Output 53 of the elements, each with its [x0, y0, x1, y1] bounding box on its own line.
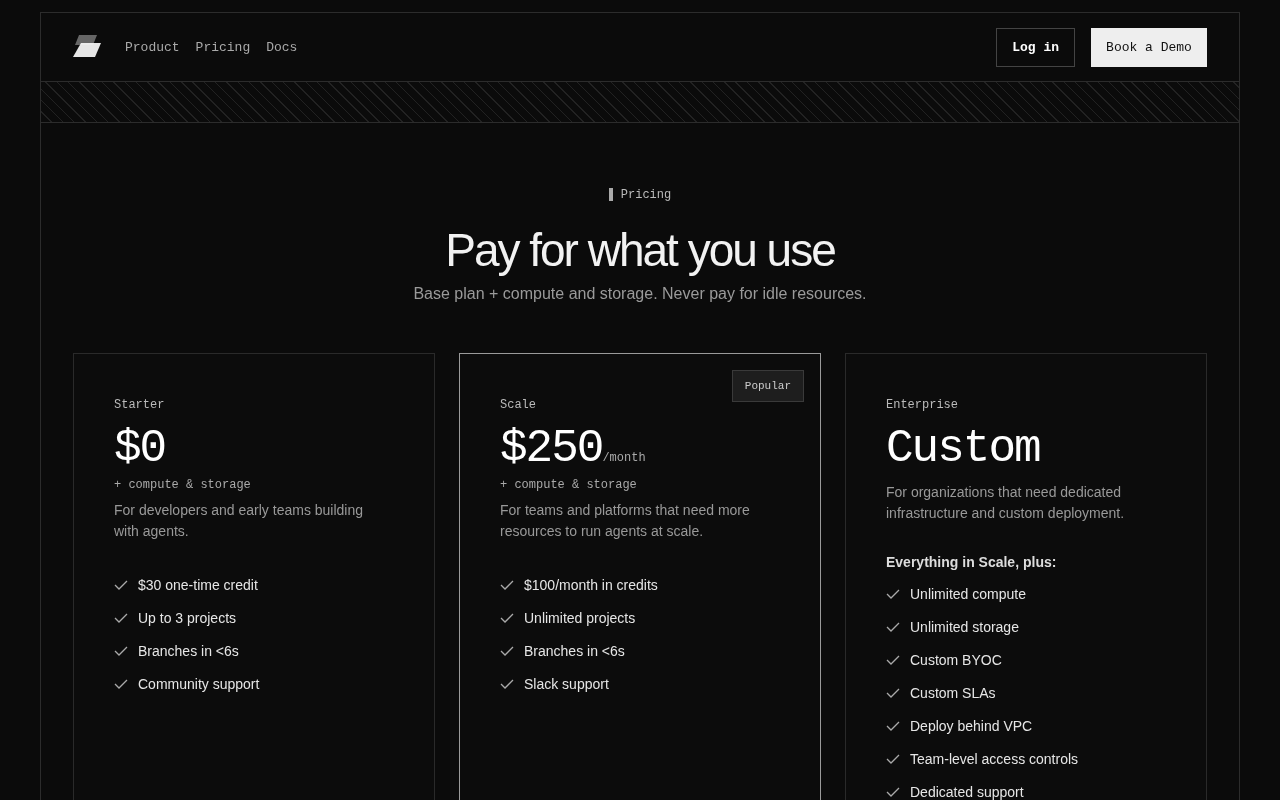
- plan-name: Enterprise: [886, 398, 958, 412]
- nav-link[interactable]: Docs: [266, 39, 298, 55]
- section-eyebrow: Pricing: [608, 187, 672, 202]
- feature-text: $30 one-time credit: [138, 576, 258, 593]
- price-note: + compute & storage: [114, 478, 251, 492]
- check-icon: [114, 579, 128, 590]
- logo-icon: [73, 35, 101, 59]
- feature-text: Dedicated support: [910, 783, 1024, 800]
- check-icon: [114, 678, 128, 689]
- page-title: Pay for what you use: [444, 223, 836, 277]
- check-icon: [886, 687, 900, 698]
- page-subtitle: Base plan + compute and storage. Never pay for idle resources.: [413, 285, 867, 302]
- feature-text: Unlimited projects: [524, 609, 636, 626]
- feature-text: Community support: [138, 675, 260, 692]
- book-demo-button[interactable]: Book a Demo: [1091, 27, 1207, 67]
- feature-text: Unlimited compute: [910, 585, 1026, 602]
- check-icon: [886, 720, 900, 731]
- check-icon: [500, 645, 514, 656]
- check-icon: [500, 612, 514, 623]
- feature-text: Slack support: [524, 675, 609, 692]
- price-note: + compute & storage: [500, 478, 637, 492]
- feature-text: Team-level access controls: [910, 750, 1079, 767]
- plan-price: $0: [114, 424, 166, 474]
- plan-description: For teams and platforms that need more resources to run agents at scale.: [500, 501, 751, 541]
- check-icon: [886, 621, 900, 632]
- check-icon: [500, 678, 514, 689]
- feature-text: Branches in <6s: [138, 642, 239, 659]
- check-icon: [886, 753, 900, 764]
- feature-text: Custom SLAs: [910, 684, 996, 701]
- feature-text: Deploy behind VPC: [910, 717, 1033, 734]
- plan-description: For organizations that need dedicated infrastructure and custom deployment.: [886, 483, 1126, 523]
- check-icon: [500, 579, 514, 590]
- nav-link[interactable]: Pricing: [195, 39, 251, 55]
- plan-price: Custom: [886, 424, 1040, 474]
- check-icon: [886, 588, 900, 599]
- plan-name: Scale: [500, 398, 536, 412]
- feature-text: Up to 3 projects: [138, 609, 237, 626]
- features-heading: Everything in Scale, plus:: [886, 554, 1057, 570]
- feature-text: Unlimited storage: [910, 618, 1019, 635]
- plan-price: $250: [500, 424, 603, 474]
- login-button[interactable]: Log in: [996, 27, 1075, 67]
- feature-text: $100/month in credits: [524, 576, 658, 593]
- price-period: /month: [602, 451, 646, 465]
- check-icon: [886, 786, 900, 797]
- feature-text: Branches in <6s: [524, 642, 625, 659]
- plan-description: For developers and early teams building with agents.: [114, 501, 365, 541]
- check-icon: [114, 612, 128, 623]
- check-icon: [886, 654, 900, 665]
- feature-text: Custom BYOC: [910, 651, 1002, 668]
- check-icon: [114, 645, 128, 656]
- nav-link[interactable]: Product: [125, 39, 180, 55]
- plan-name: Starter: [114, 398, 165, 412]
- popular-badge: Popular: [731, 370, 804, 402]
